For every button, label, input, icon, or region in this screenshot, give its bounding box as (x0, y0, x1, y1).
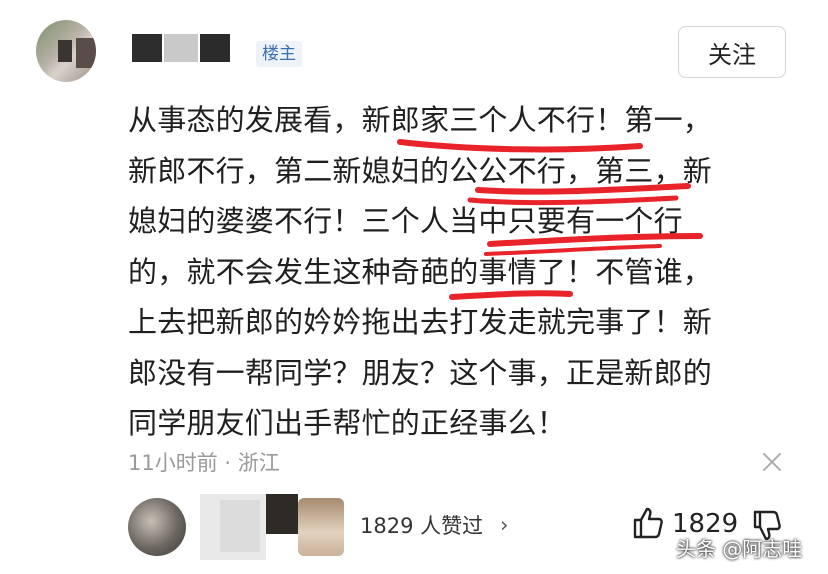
author-name-redacted[interactable] (132, 34, 242, 62)
author-badge: 楼主 (256, 41, 302, 67)
comment-location: 浙江 (237, 451, 280, 475)
comment-time: 11小时前 (128, 451, 218, 475)
avatar (266, 494, 298, 534)
avatar (128, 498, 186, 556)
liked-by-text[interactable]: 1829 人赞过 (360, 512, 483, 540)
comment-meta: 11小时前 · 浙江 (128, 448, 280, 478)
liker-avatars[interactable] (128, 494, 344, 560)
meta-separator: · (224, 451, 232, 475)
follow-button[interactable]: 关注 (678, 26, 786, 78)
chevron-right-icon[interactable]: › (500, 513, 508, 537)
thumbs-up-icon[interactable] (632, 506, 664, 540)
avatar (220, 500, 260, 552)
watermark: 头条 @阿志哇 (676, 537, 803, 561)
author-avatar[interactable] (36, 20, 96, 82)
comment-text: 从事态的发展看，新郎家三个人不行！第一， 新郎不行，第二新媳妇的公公不行，第三，… (128, 103, 713, 440)
close-icon[interactable] (760, 450, 784, 474)
avatar (298, 498, 344, 556)
